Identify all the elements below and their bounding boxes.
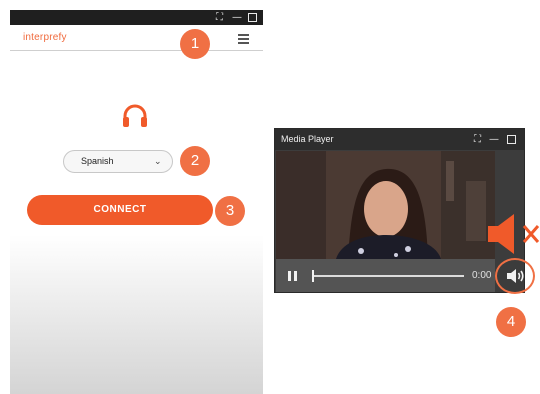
media-player-window: Media Player ⛶ — 0:00 (274, 128, 525, 293)
language-value: Spanish (81, 156, 114, 166)
callout-2: 2 (180, 146, 210, 176)
chevron-down-icon: ⌄ (154, 157, 162, 167)
hamburger-menu-icon[interactable] (238, 34, 249, 44)
mute-icon (488, 214, 540, 254)
seek-thumb[interactable] (312, 270, 314, 282)
app-header: interprefy (10, 25, 263, 51)
minimize-icon[interactable]: — (232, 12, 242, 23)
minimize-icon[interactable]: — (489, 134, 499, 145)
maximize-icon[interactable] (248, 13, 257, 22)
window-titlebar: ⛶ — (10, 10, 263, 25)
screenshot-stage: ⛶ — interprefy Spanish ⌄ CONNECT 1 2 3 4 (0, 0, 540, 394)
playback-time: 0:00 (472, 270, 492, 281)
pause-icon[interactable] (288, 271, 298, 281)
maximize-icon[interactable] (507, 135, 516, 144)
media-player-titlebar: Media Player ⛶ — (275, 129, 524, 150)
fullscreen-icon[interactable]: ⛶ (216, 12, 223, 23)
callout-4: 4 (496, 307, 526, 337)
media-controls: 0:00 (276, 259, 495, 292)
fullscreen-icon[interactable]: ⛶ (474, 134, 481, 145)
language-select[interactable]: Spanish ⌄ (63, 150, 173, 173)
volume-highlight-ring (495, 258, 535, 294)
headphones-icon (123, 104, 147, 127)
connect-button[interactable]: CONNECT (27, 195, 213, 225)
media-player-title: Media Player (281, 134, 334, 144)
callout-1: 1 (180, 29, 210, 59)
callout-3: 3 (215, 196, 245, 226)
interprefy-logo: interprefy (23, 32, 67, 43)
seek-bar[interactable] (312, 275, 464, 277)
video-frame[interactable] (276, 151, 495, 259)
connect-button-label: CONNECT (93, 204, 147, 215)
